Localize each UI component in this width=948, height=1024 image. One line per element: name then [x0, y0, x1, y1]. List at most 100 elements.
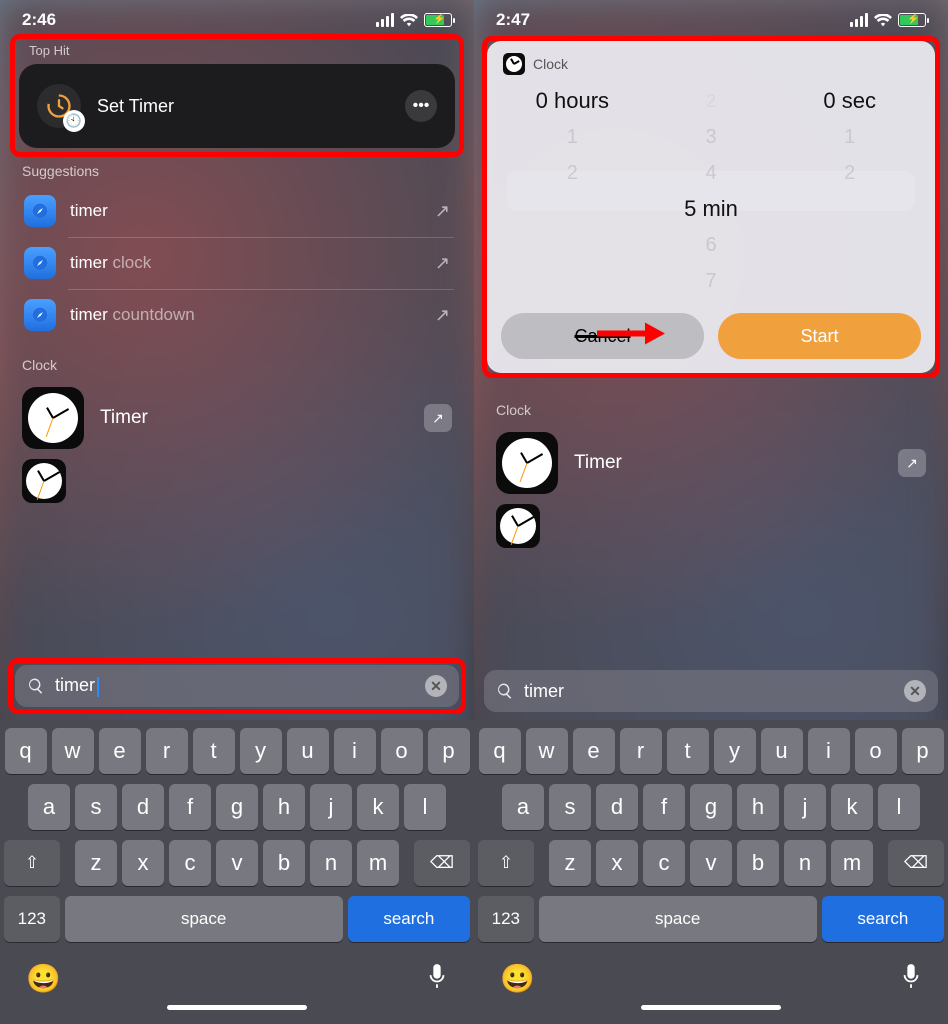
key-w[interactable]: w [52, 728, 94, 774]
text-cursor [97, 677, 99, 697]
key-f[interactable]: f [643, 784, 685, 830]
key-k[interactable]: k [831, 784, 873, 830]
key-p[interactable]: p [902, 728, 944, 774]
key-r[interactable]: r [620, 728, 662, 774]
start-button[interactable]: Start [718, 313, 921, 359]
space-key[interactable]: space [65, 896, 343, 942]
home-indicator[interactable] [167, 1005, 307, 1010]
safari-icon [24, 247, 56, 279]
key-s[interactable]: s [75, 784, 117, 830]
key-l[interactable]: l [404, 784, 446, 830]
search-input[interactable]: timer ✕ [484, 670, 938, 712]
key-s[interactable]: s [549, 784, 591, 830]
key-j[interactable]: j [784, 784, 826, 830]
numbers-key[interactable]: 123 [4, 896, 60, 942]
emoji-button[interactable]: 😀 [26, 962, 61, 995]
key-x[interactable]: x [122, 840, 164, 886]
dictation-button[interactable] [426, 962, 448, 995]
open-app-icon: ↗ [424, 404, 452, 432]
seconds-picker[interactable]: 0 sec 1 2 [780, 83, 919, 299]
clock-item-label: Timer [574, 452, 622, 474]
clock-app-row[interactable] [474, 502, 948, 548]
clock-app-row[interactable]: Timer ↗ [474, 424, 948, 502]
widget-app-label: Clock [533, 56, 568, 72]
clock-app-row[interactable] [0, 457, 474, 503]
key-v[interactable]: v [216, 840, 258, 886]
key-o[interactable]: o [381, 728, 423, 774]
key-d[interactable]: d [596, 784, 638, 830]
key-x[interactable]: x [596, 840, 638, 886]
key-t[interactable]: t [193, 728, 235, 774]
keyboard: qwertyuiop asdfghjkl ⇧ zxcvbnm ⌫ 123 spa… [0, 720, 474, 1024]
backspace-key[interactable]: ⌫ [414, 840, 470, 886]
key-k[interactable]: k [357, 784, 399, 830]
numbers-key[interactable]: 123 [478, 896, 534, 942]
cellular-icon [850, 13, 868, 27]
key-u[interactable]: u [761, 728, 803, 774]
status-time: 2:47 [496, 10, 530, 30]
key-i[interactable]: i [334, 728, 376, 774]
key-z[interactable]: z [549, 840, 591, 886]
key-h[interactable]: h [263, 784, 305, 830]
key-y[interactable]: y [240, 728, 282, 774]
key-h[interactable]: h [737, 784, 779, 830]
key-r[interactable]: r [146, 728, 188, 774]
key-b[interactable]: b [263, 840, 305, 886]
key-z[interactable]: z [75, 840, 117, 886]
shift-key[interactable]: ⇧ [478, 840, 534, 886]
minutes-picker[interactable]: 2 3 4 5 min 6 7 [642, 83, 781, 299]
suggestion-row[interactable]: timer ↗ [10, 185, 464, 237]
search-key[interactable]: search [822, 896, 944, 942]
key-n[interactable]: n [310, 840, 352, 886]
time-picker[interactable]: 0 hours 1 2 2 3 4 5 min 6 7 [497, 83, 925, 299]
search-value: timer [524, 681, 564, 701]
key-g[interactable]: g [216, 784, 258, 830]
space-key[interactable]: space [539, 896, 817, 942]
clock-app-row[interactable]: Timer ↗ [0, 379, 474, 457]
key-f[interactable]: f [169, 784, 211, 830]
key-p[interactable]: p [428, 728, 470, 774]
search-input[interactable]: timer ✕ [15, 665, 459, 707]
shift-key[interactable]: ⇧ [4, 840, 60, 886]
key-g[interactable]: g [690, 784, 732, 830]
timer-widget: Clock 0 hours 1 2 2 3 4 [487, 41, 935, 373]
clear-button[interactable]: ✕ [904, 680, 926, 702]
key-m[interactable]: m [831, 840, 873, 886]
key-q[interactable]: q [479, 728, 521, 774]
emoji-button[interactable]: 😀 [500, 962, 535, 995]
key-w[interactable]: w [526, 728, 568, 774]
search-key[interactable]: search [348, 896, 470, 942]
top-hit-card[interactable]: 🕙 Set Timer ••• [19, 64, 455, 148]
key-y[interactable]: y [714, 728, 756, 774]
key-c[interactable]: c [643, 840, 685, 886]
key-c[interactable]: c [169, 840, 211, 886]
key-d[interactable]: d [122, 784, 164, 830]
cancel-button[interactable]: Cancel [501, 313, 704, 359]
clock-app-icon [22, 387, 84, 449]
key-b[interactable]: b [737, 840, 779, 886]
home-indicator[interactable] [641, 1005, 781, 1010]
phone-left: 2:46 ⚡ Top Hit 🕙 Set Timer ••• Sug [0, 0, 474, 1024]
key-t[interactable]: t [667, 728, 709, 774]
key-u[interactable]: u [287, 728, 329, 774]
key-e[interactable]: e [573, 728, 615, 774]
key-l[interactable]: l [878, 784, 920, 830]
suggestion-row[interactable]: timer clock ↗ [10, 237, 464, 289]
backspace-key[interactable]: ⌫ [888, 840, 944, 886]
dictation-button[interactable] [900, 962, 922, 995]
key-i[interactable]: i [808, 728, 850, 774]
suggestion-row[interactable]: timer countdown ↗ [10, 289, 464, 341]
key-a[interactable]: a [502, 784, 544, 830]
key-m[interactable]: m [357, 840, 399, 886]
key-n[interactable]: n [784, 840, 826, 886]
hours-picker[interactable]: 0 hours 1 2 [503, 83, 642, 299]
key-e[interactable]: e [99, 728, 141, 774]
key-q[interactable]: q [5, 728, 47, 774]
clear-button[interactable]: ✕ [425, 675, 447, 697]
key-o[interactable]: o [855, 728, 897, 774]
key-v[interactable]: v [690, 840, 732, 886]
more-button[interactable]: ••• [405, 90, 437, 122]
key-a[interactable]: a [28, 784, 70, 830]
key-j[interactable]: j [310, 784, 352, 830]
battery-icon: ⚡ [898, 13, 926, 27]
